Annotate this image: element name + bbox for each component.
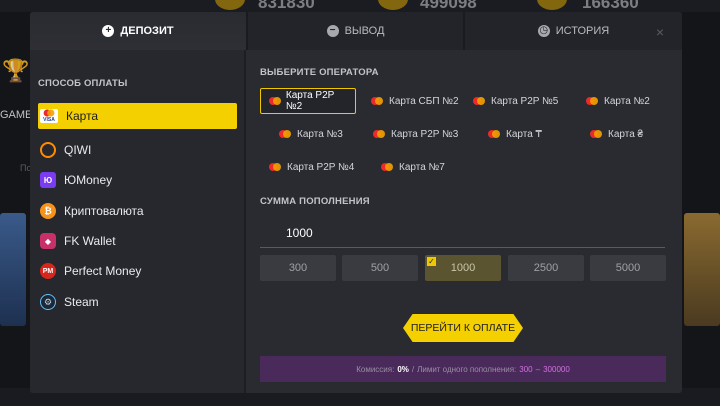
limit-label: Лимит одного пополнения: — [417, 364, 517, 374]
steam-icon: ⚙ — [40, 294, 56, 310]
mastercard-icon — [279, 130, 291, 138]
payment-method-label: QIWI — [64, 143, 92, 157]
operator-card-3[interactable]: Карта №3 — [271, 121, 351, 147]
close-icon[interactable]: × — [656, 24, 664, 40]
tab-withdraw[interactable]: − ВЫВОД — [248, 12, 463, 50]
payment-method-card[interactable]: VISA Карта — [38, 103, 237, 129]
preset-label: 1000 — [450, 262, 476, 274]
tab-deposit-label: ДЕПОЗИТ — [120, 25, 174, 37]
operator-label: Карта P2P №2 — [285, 90, 335, 112]
operator-card-7[interactable]: Карта №7 — [373, 154, 453, 180]
operator-card-uah[interactable]: Карта ₴ — [582, 121, 651, 147]
operator-label: Карта ₸ — [506, 128, 542, 140]
fk-wallet-icon: ◆ — [40, 233, 56, 249]
deposit-modal: + ДЕПОЗИТ − ВЫВОД ◷ ИСТОРИЯ × СПОСОБ ОПЛ… — [30, 12, 682, 393]
tab-withdraw-label: ВЫВОД — [344, 25, 385, 37]
operator-label: Карта P2P №5 — [491, 95, 559, 107]
operator-card-sbp-2[interactable]: Карта СБП №2 — [363, 88, 467, 114]
minus-circle-icon: − — [326, 25, 339, 37]
operator-label: Карта №2 — [604, 95, 650, 107]
game-tile[interactable] — [684, 213, 720, 326]
payment-method-qiwi[interactable]: QIWI — [38, 137, 237, 163]
payment-method-label: FK Wallet — [64, 234, 116, 248]
preset-5000[interactable]: 5000 — [590, 255, 666, 281]
mastercard-icon — [473, 97, 485, 105]
payment-method-title: СПОСОБ ОПЛАТЫ — [38, 78, 128, 89]
preset-1000[interactable]: ✓ 1000 — [425, 255, 501, 281]
operator-card-p2p-5[interactable]: Карта P2P №5 — [465, 88, 566, 114]
perfect-money-icon: PM — [40, 263, 56, 279]
limit-min: 300 — [519, 364, 533, 374]
payment-method-label: Perfect Money — [64, 264, 142, 278]
operator-label: Карта №3 — [297, 128, 343, 140]
visa-mastercard-icon: VISA — [40, 109, 58, 123]
preset-300[interactable]: 300 — [260, 255, 336, 281]
payment-method-yoomoney[interactable]: Ю ЮMoney — [38, 167, 237, 193]
checkmark-icon: ✓ — [427, 257, 436, 266]
tab-history[interactable]: ◷ ИСТОРИЯ — [465, 12, 682, 50]
info-separator: / — [411, 364, 415, 374]
commission-label: Комиссия: — [356, 364, 395, 374]
pay-button[interactable]: ПЕРЕЙТИ К ОПЛАТЕ — [403, 314, 523, 342]
payment-method-label: Карта — [66, 109, 99, 123]
operator-label: Карта №7 — [399, 161, 445, 173]
trophy-icon: 🏆 — [2, 58, 30, 83]
mastercard-icon — [371, 97, 383, 105]
operator-card-p2p-2[interactable]: Карта P2P №2 — [260, 88, 356, 114]
payment-method-perfect-money[interactable]: PM Perfect Money — [38, 258, 237, 284]
payment-method-crypto[interactable]: ₿ Криптовалюта — [38, 198, 237, 224]
background-games-label: GAME — [0, 109, 33, 121]
modal-tabs: + ДЕПОЗИТ − ВЫВОД ◷ ИСТОРИЯ × — [30, 12, 682, 50]
game-tile[interactable] — [0, 213, 26, 326]
payment-method-label: ЮMoney — [64, 173, 113, 187]
operator-card-p2p-4[interactable]: Карта P2P №4 — [261, 154, 362, 180]
amount-title: СУММА ПОПОЛНЕНИЯ — [260, 196, 370, 207]
mastercard-icon — [381, 163, 393, 171]
payment-method-steam[interactable]: ⚙ Steam — [38, 289, 237, 315]
mastercard-icon — [373, 130, 385, 138]
tab-deposit[interactable]: + ДЕПОЗИТ — [30, 12, 246, 50]
preset-500[interactable]: 500 — [342, 255, 418, 281]
mastercard-icon — [269, 163, 281, 171]
mastercard-icon — [590, 130, 602, 138]
tab-history-label: ИСТОРИЯ — [555, 25, 610, 37]
mastercard-icon — [488, 130, 500, 138]
commission-info-bar: Комиссия: 0% / Лимит одного пополнения: … — [260, 356, 666, 382]
qiwi-icon — [40, 142, 56, 158]
payment-method-label: Криптовалюта — [64, 204, 144, 218]
operator-title: ВЫБЕРИТЕ ОПЕРАТОРА — [260, 67, 379, 78]
operator-label: Карта P2P №4 — [287, 161, 355, 173]
operator-card-p2p-3[interactable]: Карта P2P №3 — [365, 121, 466, 147]
limit-dash: – — [535, 364, 541, 374]
bitcoin-icon: ₿ — [40, 203, 56, 219]
panel-divider — [244, 50, 246, 393]
plus-circle-icon: + — [102, 25, 115, 37]
mastercard-icon — [586, 97, 598, 105]
mastercard-icon — [269, 97, 281, 105]
amount-input[interactable] — [260, 218, 665, 248]
operator-label: Карта P2P №3 — [391, 128, 459, 140]
limit-max: 300000 — [543, 364, 570, 374]
payment-method-label: Steam — [64, 295, 99, 309]
operator-label: Карта СБП №2 — [389, 95, 459, 107]
clock-icon: ◷ — [537, 25, 550, 37]
preset-2500[interactable]: 2500 — [508, 255, 584, 281]
commission-value: 0% — [397, 364, 409, 374]
yoomoney-icon: Ю — [40, 172, 56, 188]
operator-card-2[interactable]: Карта №2 — [578, 88, 658, 114]
operator-card-kzt[interactable]: Карта ₸ — [480, 121, 550, 147]
operator-label: Карта ₴ — [608, 128, 644, 140]
payment-method-fk-wallet[interactable]: ◆ FK Wallet — [38, 228, 237, 254]
